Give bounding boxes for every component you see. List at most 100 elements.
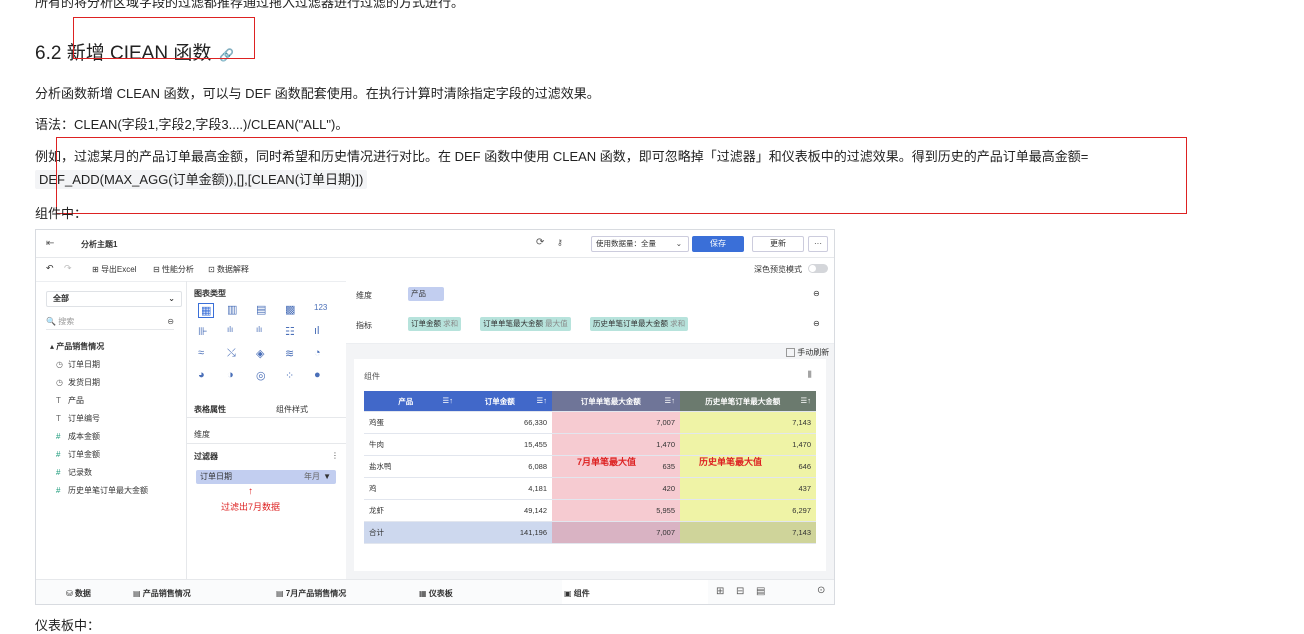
perf-analysis-button[interactable]: ⊟ 性能分析	[153, 264, 194, 275]
table-cell[interactable]: 437	[680, 477, 816, 500]
table-cell[interactable]: 1,470	[680, 433, 816, 456]
chart-type-icon[interactable]: ▥	[227, 303, 237, 316]
field-search-input[interactable]: 🔍 搜索 ⊖	[46, 315, 174, 330]
table-cell[interactable]: 49,142	[458, 499, 552, 522]
chart-type-icon[interactable]: ⁘	[285, 369, 294, 382]
metric-agg: 求和	[670, 319, 686, 328]
chart-type-icon[interactable]: ılı	[256, 325, 262, 334]
add-dashboard-icon[interactable]: ⊟	[736, 586, 744, 597]
chart-type-icon[interactable]: ⊪	[198, 325, 208, 338]
table-cell[interactable]: 420	[552, 477, 680, 500]
metric-chip[interactable]: 订单金额 求和	[408, 317, 462, 331]
table-cell[interactable]: 龙虾	[364, 499, 458, 522]
table-cell[interactable]: 6,088	[458, 455, 552, 478]
chart-type-icon[interactable]: ◕	[198, 369, 205, 381]
table-header[interactable]: 订单单笔最大金额 ☰↑	[552, 391, 680, 412]
export-excel-button[interactable]: ⊞ 导出Excel	[92, 264, 137, 275]
table-cell[interactable]: 5,955	[552, 499, 680, 522]
table-cell[interactable]: 盐水鸭	[364, 455, 458, 478]
metric-name: 历史单笔订单最大金额	[593, 319, 668, 328]
field-item[interactable]: ◷ 订单日期	[56, 359, 100, 370]
table-cell[interactable]: 鸡蛋	[364, 411, 458, 434]
metric-chip[interactable]: 历史单笔订单最大金额 求和	[590, 317, 689, 331]
chart-type-icon[interactable]: ◎	[256, 369, 266, 382]
table-header[interactable]: 订单金额 ☰↑	[458, 391, 552, 412]
chart-type-icon[interactable]: ▦	[198, 303, 215, 318]
table-header[interactable]: 历史单笔订单最大金额 ☰↑	[680, 391, 816, 412]
filter-icon[interactable]: ▼	[323, 470, 331, 484]
field-item[interactable]: ◷ 发货日期	[56, 377, 100, 388]
chart-type-icon[interactable]: ⤯	[227, 347, 236, 360]
table-cell[interactable]: 合计	[364, 521, 458, 544]
metric-chip[interactable]: 订单单笔最大金额 最大值	[480, 317, 571, 331]
dimension-chip[interactable]: 产品	[408, 287, 444, 301]
chart-type-icon[interactable]: ◈	[256, 347, 264, 360]
column-settings-icon[interactable]: ⫼	[808, 370, 812, 380]
deep-preview-toggle[interactable]	[808, 264, 828, 273]
filter-chip[interactable]: 订单日期 年月 ▼	[196, 470, 336, 484]
collapse-icon[interactable]: ⊙	[817, 585, 825, 596]
tab-component[interactable]: ▣ 组件	[562, 580, 708, 604]
tab-data[interactable]: ⛁ 数据	[66, 588, 91, 599]
chart-type-icon[interactable]: ▩	[285, 303, 295, 316]
settings-icon[interactable]: ⊖	[167, 315, 174, 329]
more-vert-icon[interactable]: ⋮	[331, 451, 339, 460]
field-item[interactable]: T 订单编号	[56, 413, 100, 424]
more-button[interactable]: ···	[808, 236, 828, 252]
table-cell[interactable]: 66,330	[458, 411, 552, 434]
component-style-tab[interactable]: 组件样式	[276, 404, 308, 415]
table-cell[interactable]: 牛肉	[364, 433, 458, 456]
chart-type-icon[interactable]: ◑	[227, 369, 234, 381]
chart-type-icon[interactable]: ıl	[314, 325, 320, 337]
table-props-tab[interactable]: 表格属性	[194, 404, 226, 415]
table-scope-select[interactable]: 全部 ⌄	[46, 291, 182, 307]
table-group-label[interactable]: ▴ 产品销售情况	[50, 341, 104, 352]
back-icon[interactable]: ⇤	[46, 238, 54, 249]
chart-type-icon[interactable]: ≋	[285, 347, 294, 360]
refresh-icon[interactable]: ⟳	[536, 237, 544, 248]
data-volume-select[interactable]: 使用数据量：全量 ⌄	[591, 236, 689, 252]
chart-type-icon[interactable]: ◔	[314, 347, 321, 359]
chart-type-icon[interactable]: 123	[314, 303, 327, 312]
table-header[interactable]: 产品 ☰↑	[364, 391, 458, 412]
chart-type-icon[interactable]: ☷	[285, 325, 295, 338]
overlay-july-label: 7月单笔最大值	[577, 457, 637, 467]
save-button[interactable]: 保存	[692, 236, 744, 252]
table-cell[interactable]: 鸡	[364, 477, 458, 500]
field-item[interactable]: T 产品	[56, 395, 84, 406]
add-story-icon[interactable]: ▤	[756, 586, 765, 597]
redo-icon[interactable]: ↷	[64, 263, 72, 274]
key-icon[interactable]: ⚷	[557, 238, 563, 247]
tab-dashboard[interactable]: ▦ 仪表板	[419, 588, 453, 599]
field-item[interactable]: # 历史单笔订单最大金额	[56, 485, 148, 496]
count-icon: #	[56, 468, 61, 477]
header-label: 订单单笔最大金额	[580, 396, 641, 406]
chart-type-icon[interactable]: ılı	[227, 325, 233, 334]
tab-july-sales[interactable]: ▤ 7月产品销售情况	[276, 588, 346, 599]
chart-type-icon[interactable]: ▤	[256, 303, 266, 316]
add-component-icon[interactable]: ⊞	[716, 586, 724, 597]
metric-agg: 最大值	[545, 319, 568, 328]
table-cell[interactable]: 141,196	[458, 521, 552, 544]
auto-refresh-checkbox[interactable]: 手动刷新	[786, 347, 829, 358]
data-explain-button[interactable]: ⊡ 数据解释	[208, 264, 249, 275]
field-item[interactable]: # 订单金额	[56, 449, 100, 460]
table-cell[interactable]: 7,007	[552, 411, 680, 434]
table-cell[interactable]: 7,143	[680, 411, 816, 434]
update-button[interactable]: 更新	[752, 236, 804, 252]
filter-label: 过滤器	[194, 452, 218, 461]
lock-icon[interactable]: ⊖	[813, 319, 820, 328]
lock-icon[interactable]: ⊖	[813, 289, 820, 298]
chart-type-icon[interactable]: ●	[314, 369, 321, 381]
table-cell[interactable]: 7,143	[680, 521, 816, 544]
table-cell[interactable]: 4,181	[458, 477, 552, 500]
field-item[interactable]: # 记录数	[56, 467, 92, 478]
undo-icon[interactable]: ↶	[46, 263, 54, 274]
table-cell[interactable]: 15,455	[458, 433, 552, 456]
chart-type-icon[interactable]: ≈	[198, 347, 204, 359]
field-item[interactable]: # 成本金额	[56, 431, 100, 442]
table-cell[interactable]: 6,297	[680, 499, 816, 522]
table-cell[interactable]: 7,007	[552, 521, 680, 544]
table-cell[interactable]: 1,470	[552, 433, 680, 456]
tab-product-sales[interactable]: ▤ 产品销售情况	[133, 588, 191, 599]
